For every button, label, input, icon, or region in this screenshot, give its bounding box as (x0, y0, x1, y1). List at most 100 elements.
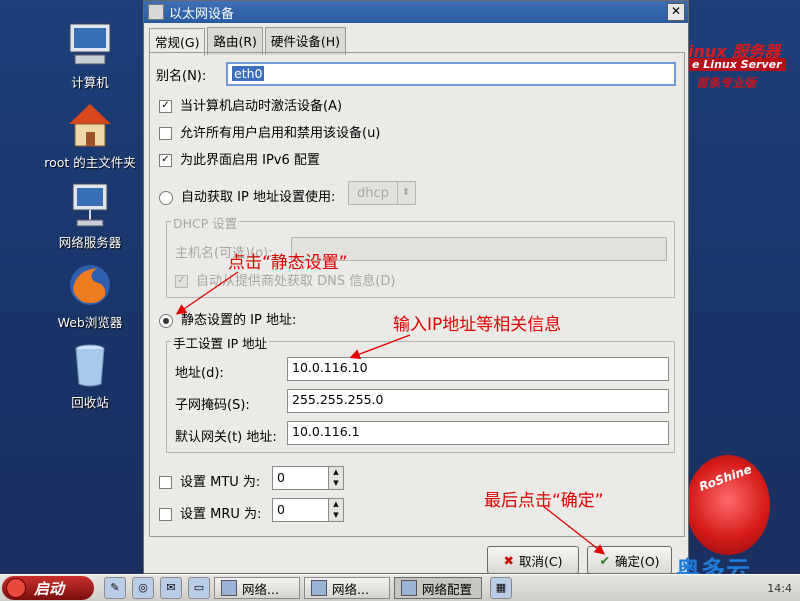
checkbox-label: 允许所有用户启用和禁用该设备(u) (180, 126, 381, 141)
desktop-icon-label: 回收站 (71, 395, 109, 410)
clock: 14:4 (767, 581, 792, 595)
checkbox-mark (159, 154, 172, 167)
window-icon (148, 4, 164, 20)
address-label: 地址(d): (175, 366, 224, 381)
checkbox-mark (159, 100, 172, 113)
task-label: 网络配置 (422, 581, 473, 597)
annotation-finally-ok: 最后点击“确定” (484, 491, 604, 511)
auto-ip-radio[interactable]: 自动获取 IP 地址设置使用: (159, 186, 335, 205)
up-arrow-icon[interactable]: ▲ (329, 499, 343, 510)
checkbox-label: 当计算机启动时激活设备(A) (180, 99, 343, 114)
ok-icon: ✔ (599, 552, 610, 568)
brand-text: e Linux Server (688, 58, 786, 71)
task-label: 网络... (332, 581, 369, 597)
close-icon[interactable]: ✕ (667, 3, 685, 21)
cancel-button[interactable]: ✖ 取消(C) (487, 546, 579, 574)
alias-label: 别名(N): (156, 69, 207, 84)
dialog-title: 以太网设备 (169, 6, 235, 22)
up-arrow-icon[interactable]: ▲ (329, 467, 343, 478)
taskbar-item-network-config[interactable]: 网络配置 (394, 577, 482, 599)
dialog-titlebar[interactable]: 以太网设备 ✕ (144, 1, 688, 23)
brand-emblem: RoShine (686, 455, 770, 555)
select-value: dhcp (357, 185, 389, 201)
checkbox-label: 为此界面启用 IPv6 配置 (180, 153, 320, 168)
annotation-click-static: 点击“静态设置” (228, 253, 348, 273)
netmask-input[interactable]: 255.255.255.0 (287, 389, 669, 413)
network-launcher-icon[interactable]: ◎ (132, 577, 154, 599)
annotation-enter-ip: 输入IP地址等相关信息 (393, 315, 562, 335)
radio-label: 自动获取 IP 地址设置使用: (181, 190, 336, 205)
enable-ipv6-checkbox[interactable]: 为此界面启用 IPv6 配置 (159, 149, 320, 168)
radio-mark (159, 190, 173, 205)
address-value: 10.0.116.10 (292, 360, 368, 375)
desktop-icon-home[interactable]: root 的主文件夹 (35, 102, 145, 171)
window-icon (221, 580, 237, 596)
netmask-value: 255.255.255.0 (292, 392, 384, 407)
gateway-label: 默认网关(t) 地址: (175, 430, 277, 445)
tab-hardware[interactable]: 硬件设备(H) (264, 27, 347, 55)
mtu-stepper[interactable]: 0 ▲ ▼ (272, 466, 344, 490)
desktop-icon-label: root 的主文件夹 (44, 155, 136, 170)
checkbox-mark (159, 127, 172, 140)
redhat-icon (6, 578, 26, 598)
netmask-label: 子网掩码(S): (175, 398, 250, 413)
static-ip-radio[interactable]: 静态设置的 IP 地址: (159, 309, 296, 328)
mru-stepper[interactable]: 0 ▲ ▼ (272, 498, 344, 522)
computer-icon (67, 22, 113, 68)
general-panel: 别名(N): eth0 当计算机启动时激活设备(A) 允许所有用户启用和禁用该设… (149, 52, 685, 537)
mail-launcher-icon[interactable]: ✉ (160, 577, 182, 599)
emblem-text: RoShine (697, 462, 754, 494)
tab-bar: 常规(G) 路由(R) 硬件设备(H) (149, 27, 348, 56)
alias-value: eth0 (232, 66, 265, 81)
workspace-switcher-icon[interactable]: ▦ (490, 577, 512, 599)
desktop-icon-browser[interactable]: Web浏览器 (35, 262, 145, 331)
cancel-icon: ✖ (503, 552, 514, 568)
launcher-icon[interactable]: ✎ (104, 577, 126, 599)
mru-value: 0 (277, 502, 285, 517)
task-label: 网络... (242, 581, 279, 597)
desktop-launcher-icon[interactable]: ▭ (188, 577, 210, 599)
ok-button[interactable]: ✔ 确定(O) (587, 546, 672, 574)
desktop-icon-trash[interactable]: 回收站 (35, 342, 145, 411)
network-server-icon (67, 182, 113, 228)
auto-ip-method-select[interactable]: dhcp ⬍ (348, 181, 416, 205)
alias-input[interactable]: eth0 (226, 62, 676, 86)
brand-logo: inux 服务器 e Linux Server 首条专业版 (688, 38, 798, 94)
desktop-icon-label: 计算机 (71, 75, 109, 90)
manual-ip-group: 手工设置 IP 地址 地址(d): 10.0.116.10 子网掩码(S): 2… (166, 333, 675, 453)
activate-on-boot-checkbox[interactable]: 当计算机启动时激活设备(A) (159, 95, 342, 114)
checkbox-label: 设置 MRU 为: (180, 507, 262, 522)
checkbox-mark (159, 508, 172, 521)
button-label: 取消(C) (519, 553, 563, 569)
gateway-value: 10.0.116.1 (292, 424, 360, 439)
button-label: 确定(O) (614, 553, 660, 569)
desktop-icon-label: 网络服务器 (58, 235, 122, 250)
start-button[interactable]: 启动 (2, 576, 94, 600)
mtu-checkbox[interactable]: 设置 MTU 为: (159, 471, 260, 490)
down-arrow-icon[interactable]: ▼ (329, 478, 343, 489)
brand-text: 首条专业版 (696, 76, 757, 90)
down-arrow-icon[interactable]: ▼ (329, 510, 343, 521)
mru-checkbox[interactable]: 设置 MRU 为: (159, 503, 261, 522)
allow-users-checkbox[interactable]: 允许所有用户启用和禁用该设备(u) (159, 122, 380, 141)
checkbox-mark (159, 476, 172, 489)
stepper-arrows[interactable]: ▲ ▼ (328, 467, 343, 489)
window-icon (311, 580, 327, 596)
group-title: 手工设置 IP 地址 (171, 333, 270, 352)
ethernet-device-dialog: 以太网设备 ✕ 常规(G) 路由(R) 硬件设备(H) 别名(N): eth0 … (143, 0, 689, 574)
checkbox-label: 自动从提供商处获取 DNS 信息(D) (196, 274, 396, 289)
tab-route[interactable]: 路由(R) (207, 27, 263, 55)
taskbar-item-network-1[interactable]: 网络... (214, 577, 300, 599)
group-title: DHCP 设置 (171, 213, 240, 232)
taskbar-item-network-2[interactable]: 网络... (304, 577, 390, 599)
mtu-value: 0 (277, 470, 285, 485)
stepper-arrows[interactable]: ▲ ▼ (328, 499, 343, 521)
chevron-updown-icon: ⬍ (396, 182, 414, 204)
gateway-input[interactable]: 10.0.116.1 (287, 421, 669, 445)
radio-label: 静态设置的 IP 地址: (181, 313, 297, 328)
address-input[interactable]: 10.0.116.10 (287, 357, 669, 381)
desktop-icon-network[interactable]: 网络服务器 (35, 182, 145, 251)
desktop-icon-computer[interactable]: 计算机 (35, 22, 145, 91)
radio-mark (159, 313, 173, 328)
window-icon (401, 580, 417, 596)
